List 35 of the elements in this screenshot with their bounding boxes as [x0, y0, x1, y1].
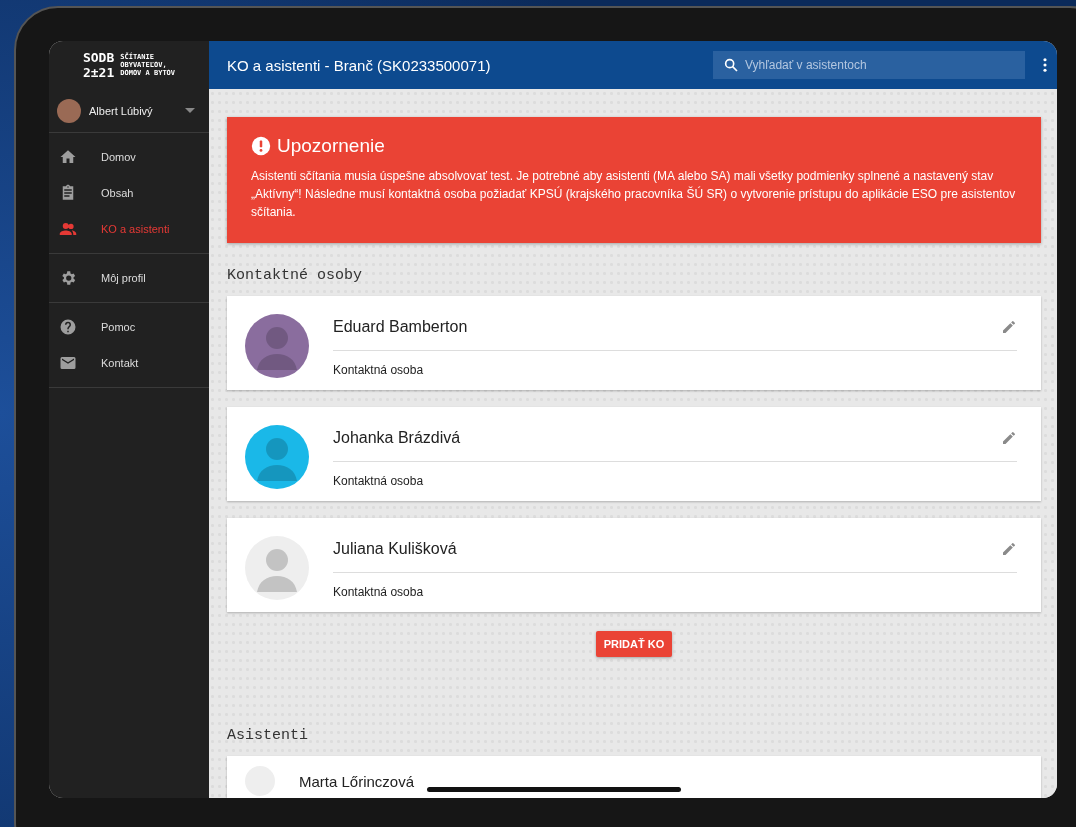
person-role: Kontaktná osoba — [333, 585, 425, 599]
exclamation-icon — [251, 136, 271, 156]
help-icon — [59, 318, 77, 336]
nav-item[interactable]: Domov — [49, 139, 209, 175]
person-name: Juliana Kulišková — [333, 540, 457, 558]
nav-item[interactable]: KO a asistenti — [49, 211, 209, 247]
add-contact-button[interactable]: PRIDAŤ KO — [595, 631, 673, 657]
logo-mark: SODB — [82, 50, 115, 65]
search-field[interactable]: Vyhľadať v asistentoch — [713, 51, 1025, 79]
section-heading: Kontaktné osoby — [227, 267, 364, 284]
person-name: Johanka Brázdivá — [333, 429, 461, 447]
edit-icon[interactable] — [1001, 541, 1017, 557]
nav-item[interactable]: Pomoc — [49, 309, 209, 345]
nav-item[interactable]: Obsah — [49, 175, 209, 211]
caret-icon — [185, 108, 195, 113]
person-role: Kontaktná osoba — [333, 363, 425, 377]
avatar-icon — [57, 98, 81, 123]
person-name: Eduard Bamberton — [333, 318, 468, 336]
home-icon — [59, 148, 77, 166]
search-icon — [723, 57, 739, 73]
edit-icon[interactable] — [1001, 430, 1017, 446]
nav-item[interactable]: Kontakt — [49, 345, 209, 381]
people-icon — [59, 220, 77, 238]
alert-title: Upozornenie — [277, 135, 385, 157]
more-menu-icon[interactable] — [1043, 58, 1047, 72]
person-name: Marta Lőrinczová — [299, 772, 415, 790]
section-heading: Asistenti — [227, 727, 309, 744]
user-menu[interactable]: Albert Lúbivý — [49, 89, 209, 133]
person-role: Kontaktná osoba — [333, 474, 425, 488]
envelope-icon — [59, 354, 77, 372]
logo-mark: 2±21 — [82, 65, 115, 80]
edit-icon[interactable] — [1001, 319, 1017, 335]
nav-item[interactable]: Môj profil — [49, 260, 209, 296]
alert-text: Asistenti sčítania musia úspešne absolvovať test. Je potrebné aby asistenti (MA alebo SA) mali všetky podmienky splnené a nastavený stav „Aktívny“! Následne musí kontaktná osoba požiadať KPSÚ (krajského pracovníka ŠÚ SR) o vytvorenie prístupu do aplikácie ESO pre asistentov sčítania. — [251, 168, 1017, 221]
page-title: KO a asistenti - Branč (SK0233500071) — [227, 56, 492, 74]
